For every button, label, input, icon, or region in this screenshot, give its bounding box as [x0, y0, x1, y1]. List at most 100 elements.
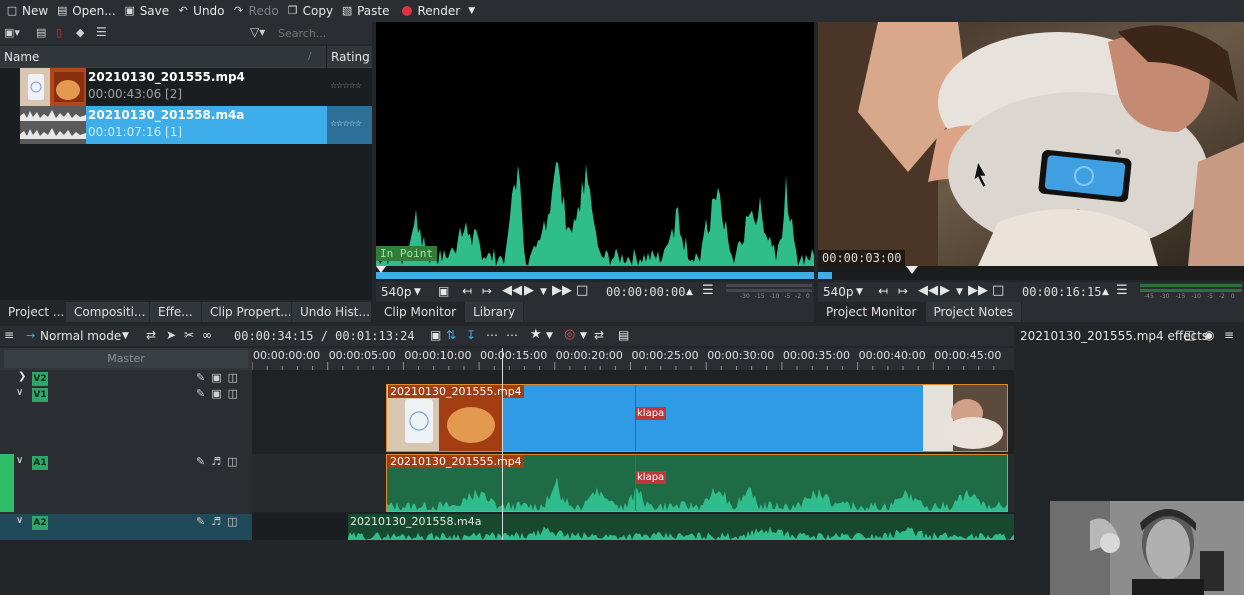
- select-tool-icon[interactable]: ➤: [166, 328, 176, 342]
- record-audio-icon[interactable]: ◎: [564, 327, 575, 342]
- tag-icon[interactable]: ◆: [76, 26, 84, 39]
- track-tag-a2[interactable]: A2: [32, 516, 48, 530]
- monitor-menu-icon[interactable]: ☰: [1116, 283, 1128, 298]
- save-button[interactable]: ▣ Save: [122, 0, 175, 22]
- overwrite-icon[interactable]: ↧: [466, 328, 476, 342]
- rating-column-header[interactable]: Rating: [331, 50, 370, 64]
- clip-timecode[interactable]: 00:00:00:00: [606, 285, 685, 299]
- edit-mode-select[interactable]: Normal mode: [40, 329, 121, 343]
- add-folder-icon[interactable]: ▤: [36, 26, 46, 39]
- set-in-icon[interactable]: ↤: [878, 284, 888, 298]
- collapse-track-icon[interactable]: ∨: [16, 387, 23, 398]
- project-monitor-ruler[interactable]: [818, 266, 1244, 280]
- track-tag-v2[interactable]: V2: [32, 372, 48, 386]
- forward-icon[interactable]: ▶▶: [968, 283, 988, 298]
- open-button[interactable]: ▤ Open...: [54, 0, 122, 22]
- v1-marker[interactable]: klapa: [635, 407, 667, 420]
- rewind-icon[interactable]: ◀◀: [502, 283, 522, 298]
- clip-zoom-select[interactable]: 540p: [381, 285, 412, 299]
- project-timecode[interactable]: 00:00:16:15: [1022, 285, 1101, 299]
- tab-project[interactable]: Project ...: [0, 302, 66, 322]
- tab-compositions[interactable]: Compositi...: [66, 302, 150, 322]
- clip-monitor-ruler[interactable]: [376, 266, 814, 280]
- edit-mode-dropdown-icon[interactable]: ▼: [122, 331, 129, 341]
- tab-library[interactable]: Library: [465, 302, 525, 322]
- project-zoom-select[interactable]: 540p: [823, 285, 854, 299]
- a1-audio-clip[interactable]: 20210130_201555.mp4 klapa: [386, 454, 1008, 512]
- filter-icon[interactable]: ▽▾: [250, 25, 265, 39]
- bin-item-selected[interactable]: 20210130_201558.m4a 00:01:07:16 [1] ☆☆☆☆…: [20, 106, 372, 144]
- render-button[interactable]: Render ▼: [400, 0, 482, 22]
- play-dropdown-icon[interactable]: ▼: [540, 287, 547, 297]
- new-button[interactable]: □ New: [4, 0, 54, 22]
- rewind-icon[interactable]: ◀◀: [918, 283, 938, 298]
- extract-icon[interactable]: ⋯: [506, 328, 518, 342]
- project-playhead[interactable]: [906, 266, 918, 274]
- undo-button[interactable]: ↶ Undo: [175, 0, 230, 22]
- zoom-fit-icon[interactable]: ▣: [430, 328, 441, 342]
- track-tag-a1[interactable]: A1: [32, 456, 48, 470]
- forward-icon[interactable]: ▶▶: [552, 283, 572, 298]
- favorite-star-icon[interactable]: ★: [530, 327, 542, 342]
- mixer-icon[interactable]: ⇄: [594, 328, 604, 342]
- collapse-track-icon[interactable]: ∨: [16, 515, 23, 526]
- fullscreen-icon[interactable]: □: [992, 283, 1004, 298]
- timeline-ruler[interactable]: 00:00:00:00 00:00:05:00 00:00:10:00 00:00:1…: [252, 348, 1014, 370]
- snap-icon[interactable]: ▤: [618, 328, 629, 342]
- bin-search-input[interactable]: [276, 25, 368, 41]
- track-v1-controls[interactable]: ✎▣◫: [196, 387, 244, 400]
- menu-icon[interactable]: ☰: [96, 25, 107, 39]
- timeline-playhead[interactable]: [502, 348, 503, 540]
- play-dropdown-icon[interactable]: ▼: [956, 287, 963, 297]
- tab-clip-monitor[interactable]: Clip Monitor: [376, 302, 466, 322]
- timecode-spin-icon[interactable]: ▲: [686, 287, 693, 297]
- a2-audio-clip[interactable]: 20210130_201558.m4a: [348, 514, 1014, 540]
- project-monitor-view[interactable]: 00:00:03:00: [818, 22, 1244, 266]
- insert-icon[interactable]: ⇅: [446, 328, 456, 342]
- spacer-icon[interactable]: ⇄: [146, 328, 156, 342]
- add-clip-icon[interactable]: ▣▾: [4, 26, 20, 39]
- collapse-track-icon[interactable]: ∨: [16, 455, 23, 466]
- set-out-icon[interactable]: ↦: [898, 284, 908, 298]
- play-icon[interactable]: ▶: [524, 283, 534, 298]
- clip-monitor-view[interactable]: In Point: [376, 22, 814, 266]
- track-tag-v1[interactable]: V1: [32, 388, 48, 402]
- monitor-menu-icon[interactable]: ☰: [702, 283, 714, 298]
- clip-zoom-dropdown-icon[interactable]: ▼: [414, 287, 421, 297]
- timeline-settings-icon[interactable]: ≡: [4, 328, 14, 342]
- delete-icon[interactable]: ▯: [56, 26, 62, 39]
- tab-undo-history[interactable]: Undo Hist...: [292, 302, 372, 322]
- copy-button[interactable]: ❐ Copy: [285, 0, 339, 22]
- tab-project-monitor[interactable]: Project Monitor: [818, 302, 926, 322]
- master-button[interactable]: Master: [4, 350, 248, 368]
- track-a2-controls[interactable]: ✎♬◫: [196, 515, 243, 528]
- timecode-spin-icon[interactable]: ▲: [1102, 287, 1109, 297]
- lift-icon[interactable]: ⋯: [486, 328, 498, 342]
- set-out-icon[interactable]: ↦: [482, 284, 492, 298]
- fit-icon[interactable]: ▣: [438, 284, 449, 298]
- tab-effects[interactable]: Effe...: [150, 302, 202, 322]
- link-icon[interactable]: ∞: [202, 328, 212, 342]
- clip-playhead[interactable]: [376, 266, 386, 273]
- track-v2-controls[interactable]: ✎▣◫: [196, 371, 244, 384]
- play-icon[interactable]: ▶: [940, 283, 950, 298]
- razor-icon[interactable]: ✂: [184, 328, 194, 342]
- set-in-icon[interactable]: ↤: [462, 284, 472, 298]
- paste-button[interactable]: ▧ Paste: [339, 0, 395, 22]
- track-a1-controls[interactable]: ✎♬◫: [196, 455, 243, 468]
- rating-stars[interactable]: ☆☆☆☆☆: [330, 119, 362, 128]
- name-column-header[interactable]: Name: [4, 50, 39, 64]
- a1-marker[interactable]: klapa: [635, 471, 667, 484]
- effects-menu-icon[interactable]: ≡: [1224, 328, 1234, 342]
- rating-stars[interactable]: ☆☆☆☆☆: [330, 81, 362, 90]
- record-dropdown-icon[interactable]: ▼: [580, 331, 587, 341]
- eye-icon[interactable]: ◉: [1204, 328, 1214, 342]
- render-dropdown-icon[interactable]: ▼: [468, 6, 475, 16]
- project-zoom-dropdown-icon[interactable]: ▼: [856, 287, 863, 297]
- redo-button[interactable]: ↷ Redo: [231, 0, 285, 22]
- expand-track-icon[interactable]: ❯: [18, 371, 26, 382]
- v1-video-clip[interactable]: 20210130_201555.mp4 klapa: [386, 384, 1008, 452]
- star-dropdown-icon[interactable]: ▼: [546, 331, 553, 341]
- timeline-tracks[interactable]: 20210130_201555.mp4 klapa 20210130_20155…: [252, 348, 1014, 540]
- bin-item[interactable]: 20210130_201555.mp4 00:00:43:06 [2] ☆☆☆☆…: [20, 68, 372, 106]
